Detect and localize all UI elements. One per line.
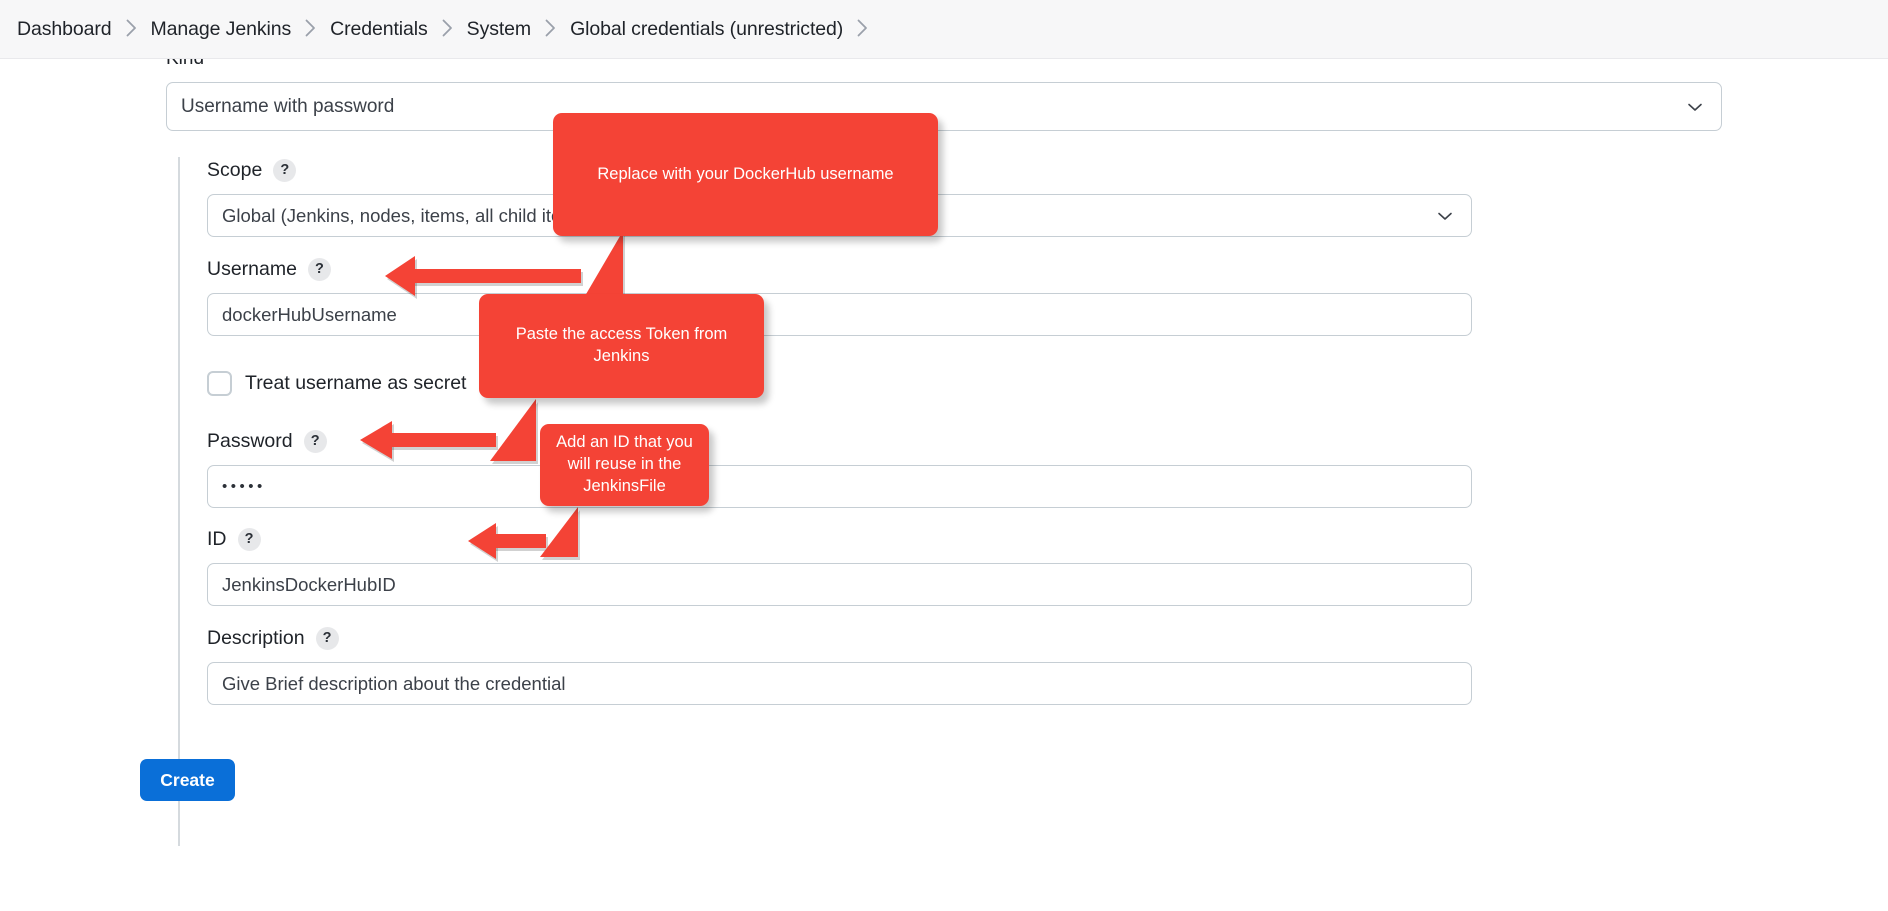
help-icon[interactable]: ? bbox=[303, 429, 327, 453]
breadcrumb: Dashboard Manage Jenkins Credentials Sys… bbox=[0, 0, 1888, 59]
credentials-subform: Scope ? Global (Jenkins, nodes, items, a… bbox=[178, 157, 1722, 846]
help-icon[interactable]: ? bbox=[307, 257, 331, 281]
username-input[interactable]: dockerHubUsername bbox=[207, 293, 1472, 336]
password-input[interactable]: ••••• bbox=[207, 465, 1472, 508]
field-id: ID ? JenkinsDockerHubID bbox=[207, 526, 1472, 606]
chevron-right-icon bbox=[442, 19, 453, 37]
description-label-row: Description ? bbox=[207, 625, 1472, 651]
chevron-down-icon bbox=[1685, 97, 1705, 117]
treat-username-as-secret-row[interactable]: Treat username as secret ? bbox=[207, 371, 503, 396]
chevron-right-icon bbox=[545, 19, 556, 37]
help-icon[interactable]: ? bbox=[237, 527, 261, 551]
chevron-right-icon bbox=[126, 19, 137, 37]
scope-label: Scope bbox=[207, 158, 263, 181]
help-icon[interactable]: ? bbox=[315, 626, 339, 650]
username-input-value: dockerHubUsername bbox=[222, 303, 397, 325]
breadcrumb-item-system[interactable]: System bbox=[467, 18, 532, 41]
jenkins-credentials-page: Dashboard Manage Jenkins Credentials Sys… bbox=[0, 0, 1888, 911]
scope-select[interactable]: Global (Jenkins, nodes, items, all child… bbox=[207, 194, 1472, 237]
username-label: Username bbox=[207, 257, 297, 280]
breadcrumb-item-dashboard[interactable]: Dashboard bbox=[17, 18, 112, 41]
description-input-value: Give Brief description about the credent… bbox=[222, 672, 566, 694]
id-input-value: JenkinsDockerHubID bbox=[222, 573, 396, 595]
treat-username-as-secret-checkbox[interactable] bbox=[207, 371, 232, 396]
kind-select[interactable]: Username with password bbox=[166, 82, 1722, 131]
breadcrumb-item-credentials[interactable]: Credentials bbox=[330, 18, 428, 41]
username-label-row: Username ? bbox=[207, 256, 1472, 282]
id-label: ID bbox=[207, 527, 227, 550]
id-input[interactable]: JenkinsDockerHubID bbox=[207, 563, 1472, 606]
field-password: Password ? ••••• bbox=[207, 428, 1472, 508]
scope-select-value: Global (Jenkins, nodes, items, all child… bbox=[222, 204, 628, 226]
help-icon[interactable]: ? bbox=[273, 158, 297, 182]
chevron-right-icon bbox=[305, 19, 316, 37]
treat-username-as-secret-label: Treat username as secret bbox=[245, 372, 467, 394]
create-button[interactable]: Create bbox=[140, 759, 235, 801]
field-scope: Scope ? Global (Jenkins, nodes, items, a… bbox=[207, 157, 1472, 237]
description-input[interactable]: Give Brief description about the credent… bbox=[207, 662, 1472, 705]
field-description: Description ? Give Brief description abo… bbox=[207, 625, 1472, 705]
password-label-row: Password ? bbox=[207, 428, 1472, 454]
help-icon[interactable]: ? bbox=[479, 372, 503, 395]
chevron-right-icon bbox=[857, 19, 868, 37]
breadcrumb-item-global-credentials[interactable]: Global credentials (unrestricted) bbox=[570, 18, 843, 41]
scope-label-row: Scope ? bbox=[207, 157, 1472, 183]
kind-select-value: Username with password bbox=[181, 95, 395, 117]
field-username: Username ? dockerHubUsername bbox=[207, 256, 1472, 336]
id-label-row: ID ? bbox=[207, 526, 1472, 552]
credentials-form: Kind Username with password Scope ? Glob… bbox=[0, 59, 1888, 911]
description-label: Description bbox=[207, 626, 305, 649]
kind-label: Kind bbox=[166, 59, 204, 70]
password-input-value: ••••• bbox=[222, 478, 266, 495]
chevron-down-icon bbox=[1435, 206, 1455, 226]
password-label: Password bbox=[207, 429, 293, 452]
breadcrumb-item-manage-jenkins[interactable]: Manage Jenkins bbox=[151, 18, 292, 41]
